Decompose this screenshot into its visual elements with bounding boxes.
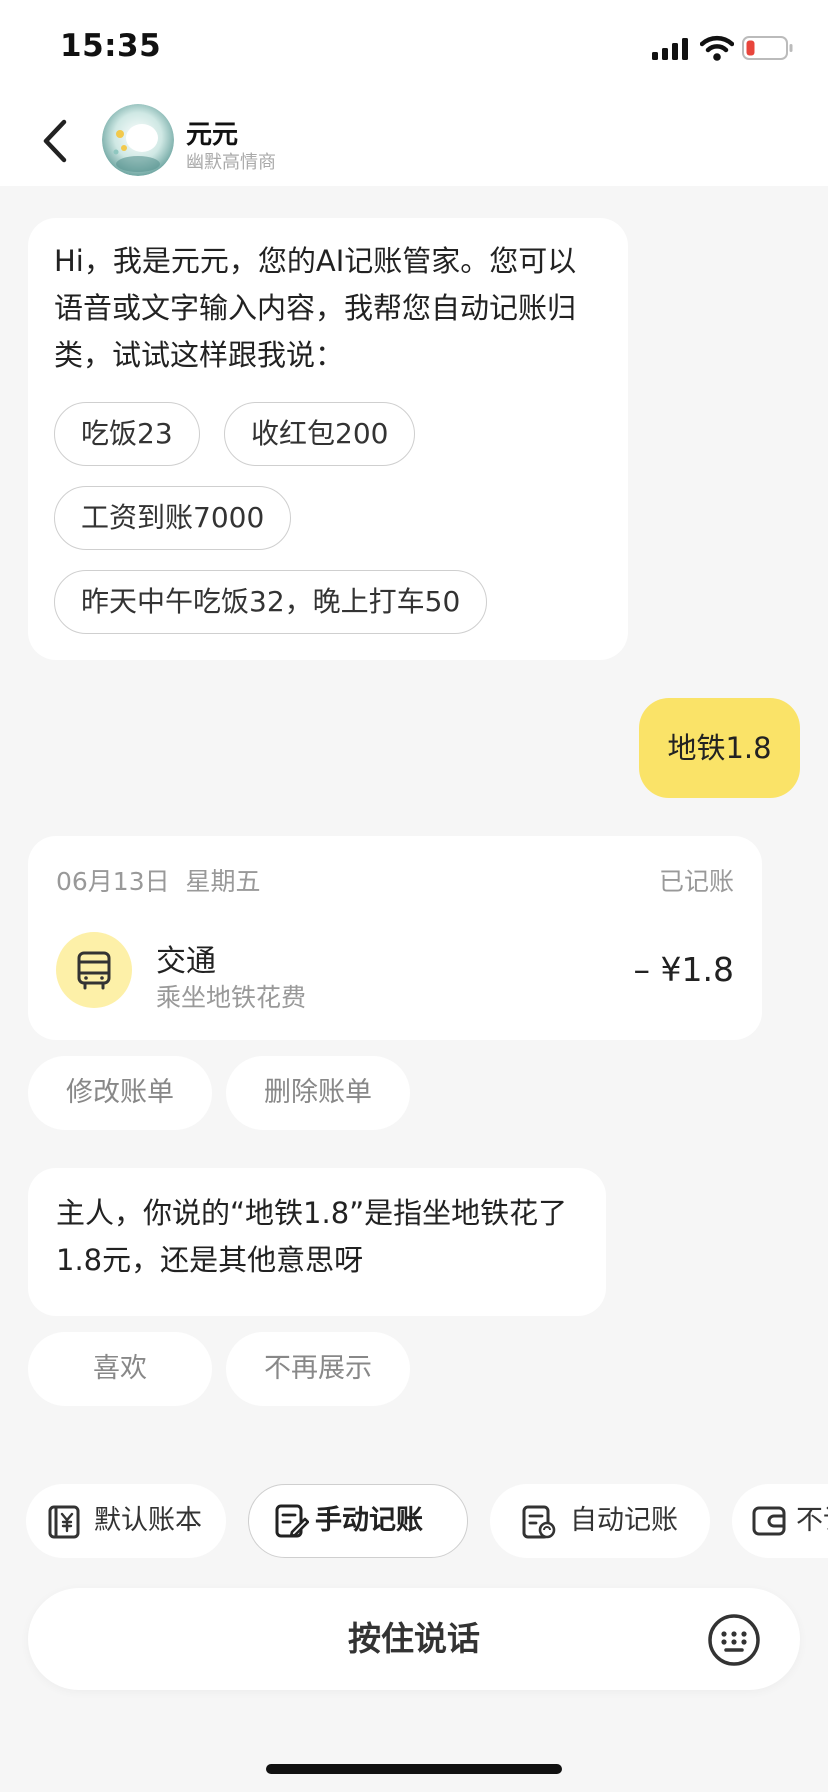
- wifi-icon: [700, 35, 734, 61]
- auto-note-icon: [522, 1505, 556, 1539]
- suggestion-chip[interactable]: 工资到账7000: [54, 486, 292, 550]
- intro-text: Hi，我是元元，您的AI记账管家。您可以语音或文字输入内容，我帮您自动记账归类，…: [54, 244, 577, 372]
- suggestion-chip[interactable]: 收红包200: [224, 402, 416, 466]
- manual-record-label: 手动记账: [315, 1505, 423, 1536]
- skip-record-label: 不记: [796, 1505, 828, 1536]
- category-icon-wrap: [56, 932, 132, 1008]
- edit-bill-button[interactable]: 修改账单: [28, 1056, 212, 1130]
- record-description: 乘坐地铁花费: [156, 983, 307, 1012]
- bus-icon: [77, 951, 111, 990]
- bot-name: 元元: [186, 120, 239, 150]
- chat-header: 元元 幽默高情商: [0, 96, 828, 186]
- skip-record-button[interactable]: 不记: [732, 1484, 828, 1558]
- record-category: 交通: [156, 944, 216, 979]
- hide-button[interactable]: 不再展示: [226, 1332, 410, 1406]
- like-button[interactable]: 喜欢: [28, 1332, 212, 1406]
- ledger-yen-icon: [48, 1505, 80, 1539]
- record-date: 06月13日 星期五: [56, 867, 261, 896]
- reply-bubble: 主人，你说的“地铁1.8”是指坐地铁花了1.8元，还是其他意思呀: [28, 1168, 606, 1316]
- avatar[interactable]: [102, 104, 174, 176]
- default-book-label: 默认账本: [94, 1505, 202, 1536]
- reply-text: 主人，你说的“地铁1.8”是指坐地铁花了1.8元，还是其他意思呀: [56, 1196, 568, 1277]
- keyboard-icon[interactable]: [707, 1613, 761, 1667]
- record-amount: – ¥1.8: [633, 950, 734, 989]
- suggestion-chip[interactable]: 吃饭23: [54, 402, 200, 466]
- home-indicator: [266, 1764, 562, 1774]
- record-card[interactable]: 06月13日 星期五 已记账 交通 乘坐地铁花费 – ¥1.8: [28, 836, 762, 1040]
- voice-input-bar[interactable]: 按住说话: [28, 1588, 800, 1690]
- delete-bill-button[interactable]: 删除账单: [226, 1056, 410, 1130]
- bot-subtitle: 幽默高情商: [186, 152, 276, 173]
- status-time: 15:35: [60, 28, 162, 64]
- wallet-icon: [752, 1506, 786, 1536]
- manual-record-button[interactable]: 手动记账: [248, 1484, 468, 1558]
- chevron-left-icon[interactable]: [40, 118, 72, 164]
- battery-low-icon: [742, 36, 793, 60]
- user-message-bubble: 地铁1.8: [639, 698, 800, 798]
- hold-to-talk-label[interactable]: 按住说话: [28, 1588, 800, 1690]
- record-status: 已记账: [658, 867, 734, 896]
- auto-record-button[interactable]: 自动记账: [490, 1484, 710, 1558]
- edit-note-icon: [275, 1504, 309, 1538]
- signal-icon: [652, 38, 688, 60]
- suggestion-chip[interactable]: 昨天中午吃饭32，晚上打车50: [54, 570, 488, 634]
- intro-bubble: Hi，我是元元，您的AI记账管家。您可以语音或文字输入内容，我帮您自动记账归类，…: [28, 218, 628, 660]
- status-bar: 15:35: [0, 0, 828, 96]
- auto-record-label: 自动记账: [570, 1505, 678, 1536]
- default-book-button[interactable]: 默认账本: [26, 1484, 226, 1558]
